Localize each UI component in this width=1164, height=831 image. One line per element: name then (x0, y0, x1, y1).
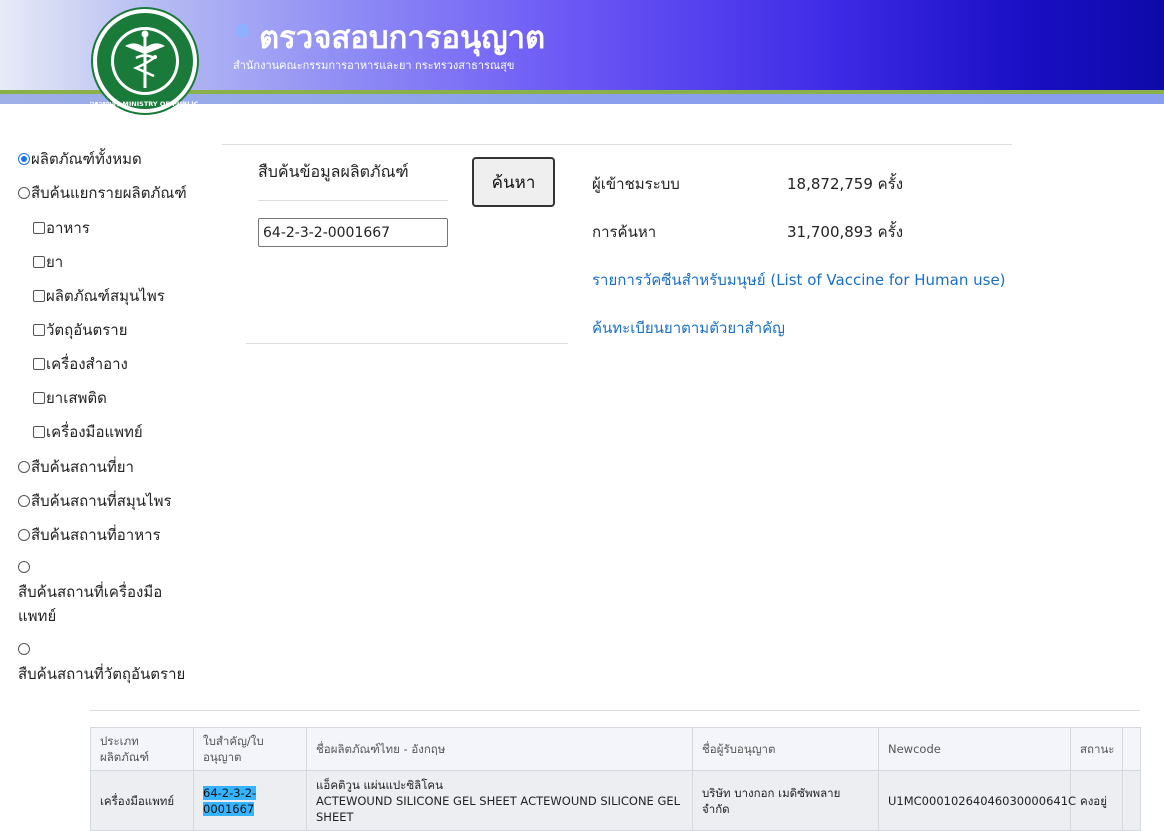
cell-status: คงอยู่ (1070, 770, 1123, 831)
radio-icon[interactable] (18, 643, 30, 655)
title-bullet-icon (235, 24, 249, 38)
option-food-place[interactable]: สืบค้นสถานที่อาหาร (18, 523, 161, 547)
radio-icon[interactable] (18, 529, 30, 541)
cell-name[interactable]: แอ็คติวูน แผ่นแปะซิลิโคน ACTEWOUND SILIC… (306, 770, 693, 831)
checkbox-icon[interactable] (33, 290, 45, 302)
option-herbal-place[interactable]: สืบค้นสถานที่สมุนไพร (18, 489, 172, 513)
page-subtitle: สำนักงานคณะกรรมการอาหารและยา กระทรวงสาธา… (233, 59, 515, 72)
drug-search-link[interactable]: ค้นทะเบียนยาตามตัวยาสำคัญ (592, 316, 785, 340)
checkbox-food[interactable]: อาหาร (33, 216, 90, 240)
searches-count: 31,700,893 ครั้ง (787, 223, 904, 241)
radio-icon[interactable] (18, 561, 30, 573)
column-header-name[interactable]: ชื่อผลิตภัณฑ์ไทย - อังกฤษ (306, 727, 693, 771)
divider (222, 144, 1012, 145)
search-label: สืบค้นข้อมูลผลิตภัณฑ์ (258, 162, 409, 181)
checkbox-icon[interactable] (33, 324, 45, 336)
checkbox-icon[interactable] (33, 256, 45, 268)
page-title: ตรวจสอบการอนุญาต (259, 20, 546, 56)
radio-icon[interactable] (18, 461, 30, 473)
logo-caption: กระทรวงสาธารณสุข MINISTRY OF PUBLIC HEAL… (90, 100, 200, 108)
column-header-license[interactable]: ใบสำคัญ/ใบ อนุญาต (193, 727, 307, 771)
column-header-spacer (1122, 727, 1141, 771)
option-drug-place[interactable]: สืบค้นสถานที่ยา (18, 455, 134, 479)
cell-type: เครื่องมือแพทย์ (90, 770, 194, 831)
visitors-count: 18,872,759 ครั้ง (787, 175, 904, 193)
option-all-products[interactable]: ผลิตภัณฑ์ทั้งหมด (18, 147, 142, 171)
visitors-label: ผู้เข้าชมระบบ (592, 175, 680, 193)
option-by-product[interactable]: สืบค้นแยกรายผลิตภัณฑ์ (18, 181, 187, 205)
column-header-status[interactable]: สถานะ (1070, 727, 1123, 771)
checkbox-cosmetic[interactable]: เครื่องสำอาง (33, 352, 128, 376)
ministry-logo: กระทรวงสาธารณสุข MINISTRY OF PUBLIC HEAL… (90, 7, 200, 115)
results-table: ประเภท ผลิตภัณฑ์ ใบสำคัญ/ใบ อนุญาต ชื่อผลิ… (90, 727, 1141, 831)
checkbox-medical-device[interactable]: เครื่องมือแพทย์ (33, 420, 143, 444)
checkbox-narcotic[interactable]: ยาเสพติด (33, 386, 107, 410)
search-input[interactable] (258, 218, 448, 247)
divider (90, 710, 1140, 711)
checkbox-icon[interactable] (33, 358, 45, 370)
cell-license: 64-2-3-2-0001667 (193, 770, 307, 831)
checkbox-drug[interactable]: ยา (33, 250, 63, 274)
search-button[interactable]: ค้นหา (472, 157, 555, 207)
radio-selected-icon[interactable] (18, 153, 30, 165)
checkbox-icon[interactable] (33, 222, 45, 234)
cell-newcode: U1MC00010264046030000641C (878, 770, 1076, 831)
option-device-place[interactable]: สืบค้นสถานที่เครื่องมือ แพทย์ (18, 556, 162, 628)
cell-licensee: บริษัท บางกอก เมดิซัพพลาย จำกัด (692, 770, 879, 831)
column-header-licensee[interactable]: ชื่อผู้รับอนุญาต (692, 727, 879, 771)
checkbox-herbal[interactable]: ผลิตภัณฑ์สมุนไพร (33, 284, 165, 308)
radio-icon[interactable] (18, 187, 30, 199)
divider (246, 343, 568, 344)
divider (258, 200, 448, 201)
option-hazard-place[interactable]: สืบค้นสถานที่วัตถุอันตราย (18, 638, 185, 686)
vaccine-list-link[interactable]: รายการวัคซีนสำหรับมนุษย์ (List of Vaccin… (592, 268, 1006, 292)
checkbox-icon[interactable] (33, 426, 45, 438)
table-row[interactable]: เครื่องมือแพทย์ 64-2-3-2-0001667 แอ็คติว… (90, 770, 1141, 831)
column-header-newcode[interactable]: Newcode (878, 727, 1071, 771)
radio-icon[interactable] (18, 495, 30, 507)
checkbox-icon[interactable] (33, 392, 45, 404)
checkbox-hazardous[interactable]: วัตถุอันตราย (33, 318, 128, 342)
table-header-row: ประเภท ผลิตภัณฑ์ ใบสำคัญ/ใบ อนุญาต ชื่อผลิ… (90, 727, 1141, 771)
column-header-type[interactable]: ประเภท ผลิตภัณฑ์ (90, 727, 194, 771)
searches-label: การค้นหา (592, 223, 657, 241)
cell-spacer (1122, 770, 1141, 831)
highlighted-license: 64-2-3-2-0001667 (203, 785, 257, 816)
